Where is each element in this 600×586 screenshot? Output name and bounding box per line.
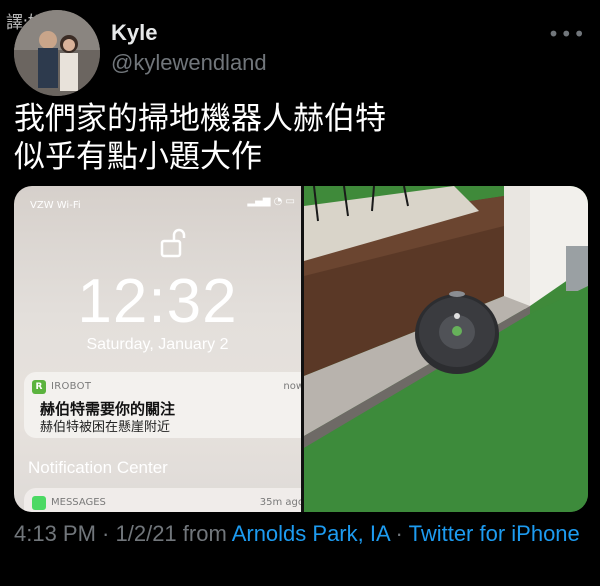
messages-notification[interactable]: MESSAGES 35m ago <box>24 488 301 512</box>
avatar-photo <box>14 10 100 96</box>
lockscreen-date: Saturday, January 2 <box>86 336 229 353</box>
tweet-time[interactable]: 4:13 PM <box>14 521 96 546</box>
from-label: from <box>176 521 232 546</box>
notification-body: 赫伯特被困在懸崖附近 <box>40 420 171 435</box>
tweet-meta: 4:13 PM · 1/2/21 from Arnolds Park, IA ·… <box>14 518 588 550</box>
user-handle[interactable]: @kylewendland <box>111 50 267 76</box>
carrier-label: VZW Wi-Fi <box>30 200 81 211</box>
more-dots-icon[interactable]: ••• <box>548 22 586 46</box>
irobot-app-icon: R <box>32 380 46 394</box>
lockscreen-screenshot[interactable]: VZW Wi-Fi ▂▄▆ ◔ ▭ 12:32 Saturday, Januar… <box>14 186 301 512</box>
tweet-media[interactable]: VZW Wi-Fi ▂▄▆ ◔ ▭ 12:32 Saturday, Januar… <box>14 186 588 512</box>
tweet-text-line: 似乎有點小題大作 <box>14 139 262 175</box>
notification-center-label: Notification Center <box>28 458 168 477</box>
tweet-text: 我們家的掃地機器人赫伯特 似乎有點小題大作 <box>14 100 574 176</box>
avatar[interactable] <box>14 10 100 96</box>
tweet-date[interactable]: 1/2/21 <box>116 521 177 546</box>
messages-app-name: MESSAGES <box>51 497 106 508</box>
messages-app-icon <box>32 496 46 510</box>
battery-icon: ▂▄▆ ◔ ▭ <box>247 196 295 207</box>
source-link[interactable]: Twitter for iPhone <box>409 521 580 546</box>
unlock-icon <box>160 228 186 258</box>
tweet-text-line: 我們家的掃地機器人赫伯特 <box>14 101 386 137</box>
roomba-photo[interactable] <box>304 186 588 512</box>
display-name[interactable]: Kyle <box>111 20 157 46</box>
notification-age: now <box>283 381 301 392</box>
irobot-notification[interactable]: R IROBOT now 赫伯特需要你的關注 赫伯特被困在懸崖附近 <box>24 372 301 438</box>
meta-separator: · <box>95 521 116 546</box>
location-link[interactable]: Arnolds Park, IA <box>232 521 390 546</box>
notification-app-name: IROBOT <box>51 381 92 392</box>
meta-separator: · <box>389 521 409 546</box>
messages-age: 35m ago <box>259 497 301 508</box>
lockscreen-time: 12:32 <box>77 267 238 336</box>
roomba-scene <box>304 186 588 512</box>
